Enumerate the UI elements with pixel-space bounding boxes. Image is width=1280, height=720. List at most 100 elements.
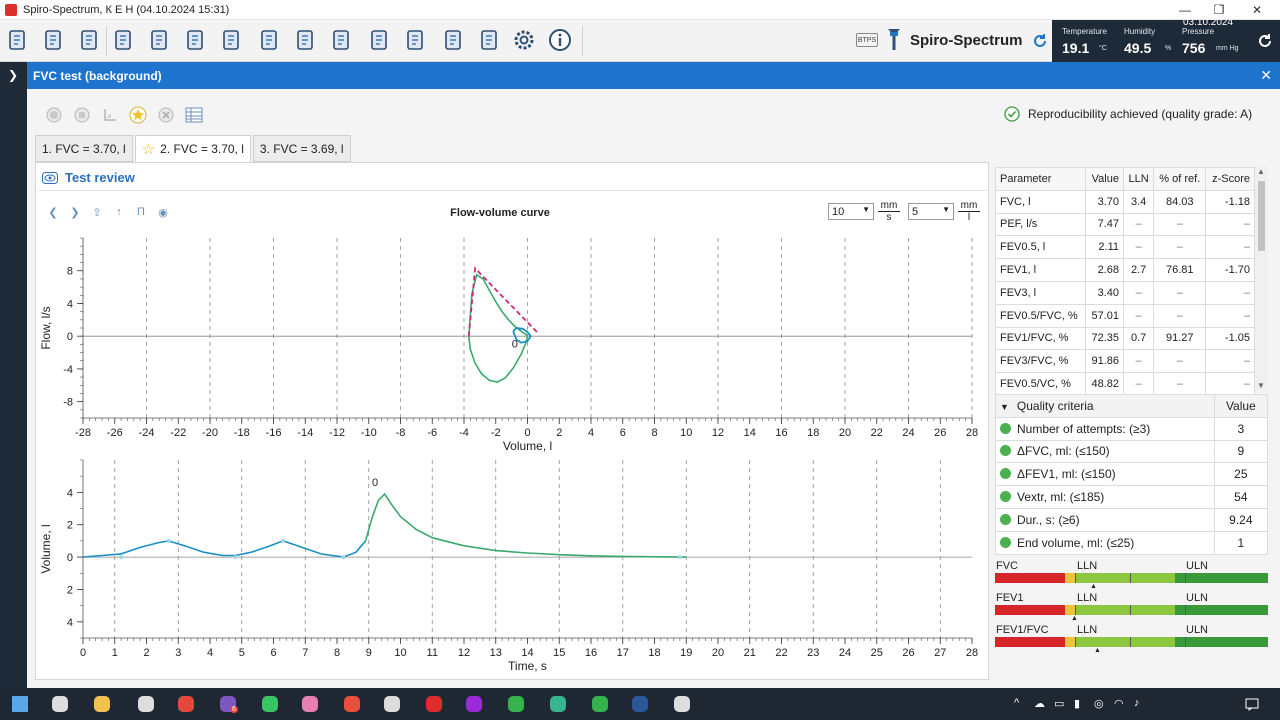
x-tick-label: 16 — [585, 647, 597, 659]
info-icon[interactable] — [546, 26, 574, 54]
column-header[interactable]: % of ref. — [1153, 167, 1207, 191]
table-row[interactable]: PEF, l/s 7.47– – – — [994, 212, 1255, 237]
x-tick-label: 0 — [524, 427, 530, 439]
quality-header-label: Quality criteria — [1016, 398, 1094, 413]
gain-select[interactable]: 5 ▼ — [908, 203, 954, 220]
monitor-icon[interactable]: ▭ — [1054, 697, 1064, 710]
word-icon[interactable] — [628, 692, 652, 716]
wifi-icon[interactable]: ◠ — [1114, 697, 1124, 710]
scroll-down-icon[interactable]: ▼ — [1257, 381, 1265, 390]
patient-icon[interactable] — [4, 26, 32, 54]
window-close-icon[interactable]: ✕ — [1238, 0, 1276, 20]
volume-icon[interactable]: ♪ — [1134, 697, 1140, 709]
x-tick-label: -8 — [396, 427, 406, 439]
file-explorer-icon[interactable] — [90, 692, 114, 716]
graph-icon[interactable] — [402, 26, 430, 54]
lungs-icon[interactable] — [146, 26, 174, 54]
chart-icon[interactable] — [100, 105, 120, 125]
table-row[interactable]: FEV0.5, l 2.11– – – — [994, 235, 1255, 260]
table-row[interactable]: FEV1, l 2.68 2.7 76.81 -1.70 — [994, 258, 1255, 282]
clock[interactable]: 13:15 03.10.2024 — [1183, 3, 1233, 29]
app-teal-icon[interactable] — [546, 692, 570, 716]
tab-attempt-3[interactable]: 3. FVC = 3.69, l — [252, 135, 351, 162]
view-icon[interactable]: ◉ — [156, 205, 170, 219]
table-row[interactable]: FEV3, l 3.40– – – — [994, 280, 1255, 305]
browser-icon[interactable] — [174, 692, 198, 716]
settings-hand-icon[interactable] — [476, 26, 504, 54]
app-green-icon[interactable] — [258, 692, 282, 716]
export-icon[interactable] — [40, 26, 68, 54]
cloud-icon[interactable]: ☁ — [1034, 697, 1045, 710]
column-header[interactable]: LLN — [1122, 167, 1155, 191]
column-header[interactable]: z-Score — [1205, 167, 1255, 191]
language-indicator[interactable]: РУС — [1154, 9, 1176, 21]
table-row[interactable]: FEV3/FVC, % 91.86– – – — [994, 349, 1255, 374]
table-icon[interactable] — [184, 105, 204, 125]
x-tick-label: 14 — [521, 647, 533, 659]
report-icon[interactable] — [366, 26, 394, 54]
yandex-icon[interactable] — [422, 692, 446, 716]
table-row[interactable]: FVC, l 3.70 3.4 84.03 -1.18 — [994, 189, 1255, 214]
quality-criterion: ΔFEV1, ml: (≤150) — [995, 462, 1215, 487]
scroll-up-icon[interactable]: ▲ — [1257, 167, 1265, 176]
column-header[interactable]: Value — [1085, 167, 1124, 191]
app-pink-icon[interactable] — [298, 692, 322, 716]
next-icon[interactable]: ❯ — [68, 205, 82, 219]
exclude-icon[interactable] — [156, 105, 176, 125]
notifications-icon[interactable] — [1245, 697, 1259, 711]
x-tick-label: 28 — [966, 647, 978, 659]
arrow-up-alt-icon[interactable]: ↑ — [112, 205, 126, 219]
stop-icon[interactable] — [72, 105, 92, 125]
whatsapp-icon[interactable] — [504, 692, 528, 716]
curve-icon[interactable]: П — [134, 205, 148, 219]
download-icon[interactable] — [440, 26, 468, 54]
environment-refresh-icon[interactable] — [1256, 32, 1274, 50]
network-icon[interactable]: ◎ — [1094, 697, 1104, 710]
refresh-icon[interactable] — [1032, 33, 1048, 49]
save-icon[interactable] — [110, 26, 138, 54]
parameter-cell: – — [1205, 280, 1255, 305]
column-header[interactable]: Parameter — [994, 167, 1087, 191]
table-row[interactable]: FEV0.5/FVC, % 57.01– – – — [994, 303, 1255, 328]
x-tick-label: -26 — [107, 427, 123, 439]
gear-icon[interactable] — [510, 26, 538, 54]
close-icon[interactable]: ✕ — [1260, 67, 1272, 84]
head-icon[interactable] — [182, 26, 210, 54]
chevron-right-icon[interactable]: ❯ — [8, 68, 18, 82]
quality-header[interactable]: ▼ Quality criteria — [995, 394, 1215, 418]
windows-start-icon[interactable] — [8, 692, 32, 716]
table-row[interactable]: FEV0.5/VC, % 48.82– – – — [994, 372, 1255, 396]
chevron-up-icon[interactable]: ^ — [1014, 697, 1019, 709]
table-row[interactable]: FEV1/FVC, % 72.35 0.7 91.27 -1.05 — [994, 326, 1255, 351]
scroll-thumb[interactable] — [1258, 181, 1265, 251]
task-view-icon[interactable] — [48, 692, 72, 716]
btps-badge[interactable]: BTPS — [856, 33, 878, 47]
calendar-icon[interactable] — [134, 692, 158, 716]
tools-icon[interactable] — [76, 26, 104, 54]
criterion-label: ΔFVC, ml: (≤150) — [1017, 444, 1110, 459]
humidity-value: 49.5 — [1124, 40, 1152, 56]
speed-select[interactable]: 10 ▼ — [828, 203, 874, 220]
fan-icon[interactable] — [292, 26, 320, 54]
test-review-header[interactable]: Test review — [42, 170, 135, 185]
star-icon[interactable] — [128, 105, 148, 125]
whatsapp-alt-icon[interactable] — [588, 692, 612, 716]
lln-label: LLN — [1077, 560, 1098, 572]
x-tick-label: 11 — [427, 647, 438, 659]
yandex-browser-icon[interactable] — [340, 692, 364, 716]
battery-icon[interactable]: ▮ — [1074, 697, 1080, 710]
app-purple-icon[interactable] — [462, 692, 486, 716]
chest-icon[interactable] — [256, 26, 284, 54]
gain-unit-top: mm — [958, 200, 980, 212]
settings-icon[interactable] — [670, 692, 694, 716]
breath-icon[interactable] — [218, 26, 246, 54]
arrow-up-icon[interactable]: ⇧ — [90, 205, 104, 219]
table-scrollbar[interactable]: ▲ ▼ — [1255, 167, 1268, 390]
previous-icon[interactable]: ❮ — [46, 205, 60, 219]
tab-attempt-1[interactable]: 1. FVC = 3.70, l — [35, 135, 133, 162]
device-icon[interactable] — [328, 26, 356, 54]
record-icon[interactable] — [44, 105, 64, 125]
camera-icon[interactable] — [380, 692, 404, 716]
tab-attempt-2[interactable]: ☆ 2. FVC = 3.70, l — [134, 135, 251, 162]
status-ok-icon — [1000, 513, 1011, 525]
